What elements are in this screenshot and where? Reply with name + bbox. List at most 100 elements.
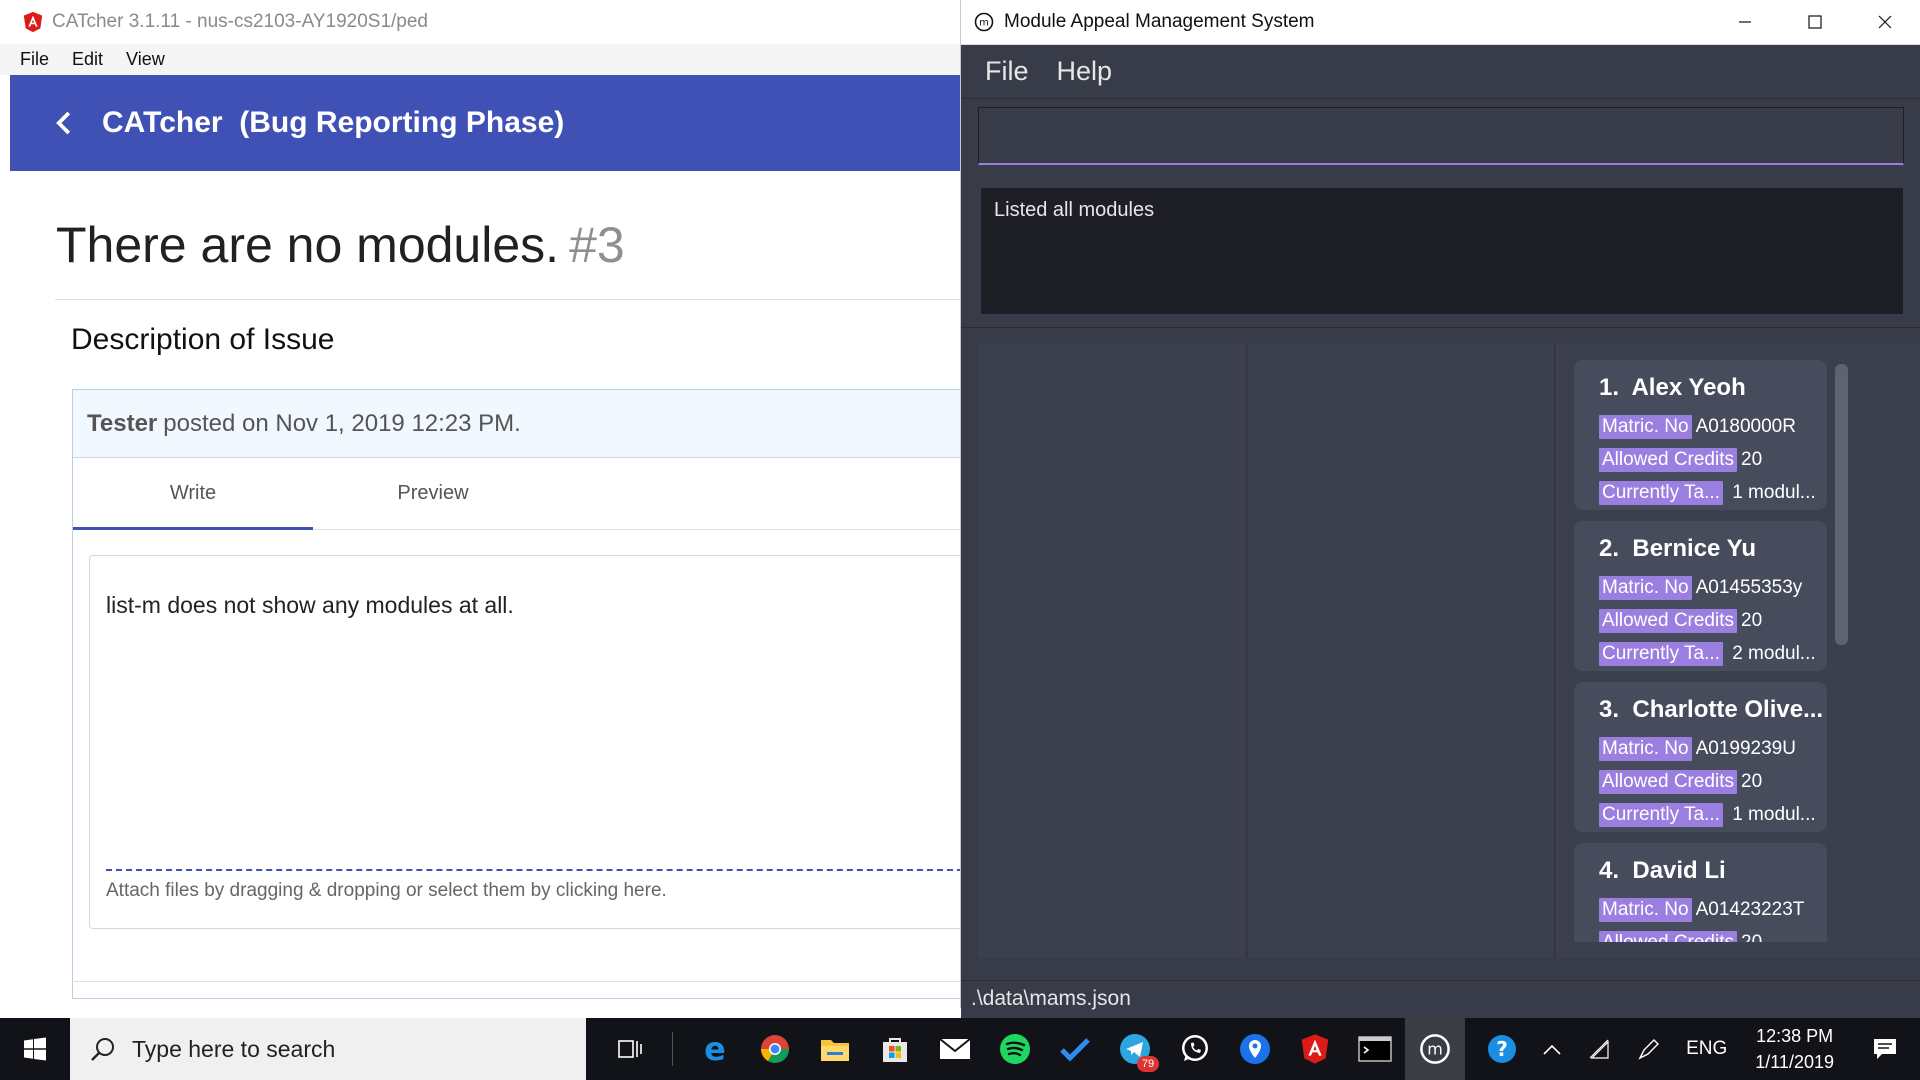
issue-title: There are no modules. #3 [56, 216, 625, 274]
mams-menu-help[interactable]: Help [1057, 56, 1113, 87]
task-view-icon[interactable] [600, 1018, 660, 1080]
credits-label: Allowed Credits [1599, 447, 1737, 472]
svg-text:m: m [979, 18, 989, 29]
clock[interactable]: 12:38 PM 1/11/2019 [1739, 1023, 1850, 1075]
catcher-titlebar: CATcher 3.1.11 - nus-cs2103-AY1920S1/ped [0, 0, 960, 44]
command-input[interactable] [978, 107, 1904, 165]
taskbar-divider [672, 1032, 673, 1066]
status-bar-path: .\data\mams.json [961, 980, 1920, 1018]
close-icon[interactable] [1850, 0, 1920, 45]
comment-box: Tester posted on Nov 1, 2019 12:23 PM. W… [72, 389, 960, 999]
tab-preview[interactable]: Preview [313, 458, 553, 529]
attach-dropzone-border [106, 869, 960, 871]
issue-page: There are no modules. #3 Description of I… [10, 171, 960, 1008]
editor-tabs: Write Preview [73, 458, 960, 530]
matric-value: A01455353y [1695, 576, 1803, 598]
catcher-app-icon[interactable] [1285, 1018, 1345, 1080]
svg-text:?: ? [1496, 1037, 1508, 1061]
panel-separator [961, 327, 1920, 328]
spotify-icon[interactable] [985, 1018, 1045, 1080]
telegram-icon[interactable]: 79 [1105, 1018, 1165, 1080]
comment-header: Tester posted on Nov 1, 2019 12:23 PM. [73, 390, 960, 458]
student-name: 4. David Li [1599, 857, 1726, 884]
terminal-icon[interactable] [1345, 1018, 1405, 1080]
taking-label: Currently Ta... [1599, 480, 1723, 505]
store-icon[interactable] [865, 1018, 925, 1080]
credits-label: Allowed Credits [1599, 608, 1737, 633]
system-tray: ? ENG 12:38 PM 1/11/2019 [1474, 1018, 1920, 1080]
editor-text[interactable]: list-m does not show any modules at all. [106, 592, 514, 619]
language-indicator[interactable]: ENG [1674, 1018, 1739, 1080]
minimize-icon[interactable] [1710, 0, 1780, 45]
student-list[interactable]: 1. Alex Yeoh Matric. No A0180000R Allowed… [1574, 360, 1827, 942]
angular-logo-icon [23, 11, 43, 33]
student-card[interactable]: 4. David Li Matric. No A01423223T Allowed… [1574, 843, 1827, 942]
credits-value: 20 [1741, 609, 1763, 631]
catcher-header: CATcher (Bug Reporting Phase) [10, 75, 960, 171]
tab-write[interactable]: Write [73, 458, 313, 530]
svg-text:e: e [704, 1033, 726, 1065]
menu-view[interactable]: View [126, 49, 165, 70]
list-scrollbar[interactable] [1835, 364, 1848, 645]
student-card[interactable]: 2. Bernice Yu Matric. No A01455353y Allow… [1574, 521, 1827, 671]
result-display: Listed all modules [981, 188, 1903, 314]
mail-icon[interactable] [925, 1018, 985, 1080]
credits-row: Allowed Credits 20 [1599, 604, 1827, 637]
menu-edit[interactable]: Edit [72, 49, 103, 70]
window-controls [1710, 0, 1920, 45]
file-explorer-icon[interactable] [805, 1018, 865, 1080]
empty-panel-middle [1248, 343, 1555, 958]
matric-value: A0199239U [1695, 737, 1796, 759]
mams-window-title: Module Appeal Management System [1004, 11, 1315, 32]
matric-label: Matric. No [1599, 575, 1692, 600]
mams-app-icon[interactable]: m [1405, 1018, 1465, 1080]
credits-value: 20 [1741, 931, 1763, 943]
telegram-badge: 79 [1137, 1056, 1159, 1072]
matric-row: Matric. No A0180000R [1599, 410, 1827, 443]
taking-row: Currently Ta... 1 modul... [1599, 798, 1827, 831]
matric-row: Matric. No A0199239U [1599, 732, 1827, 765]
mams-menu-file[interactable]: File [985, 56, 1029, 87]
mams-menubar: File Help [961, 45, 1920, 99]
search-icon [91, 1038, 114, 1061]
menu-file[interactable]: File [20, 49, 49, 70]
taskbar-search[interactable]: Type here to search [70, 1018, 586, 1080]
notifications-icon[interactable] [1850, 1018, 1920, 1080]
svg-text:m: m [1427, 1040, 1443, 1059]
attach-files-hint[interactable]: Attach files by dragging & dropping or s… [106, 880, 667, 902]
catcher-window-title: CATcher 3.1.11 - nus-cs2103-AY1920S1/ped [52, 11, 429, 32]
credits-row: Allowed Credits 20 [1599, 926, 1827, 942]
chrome-icon[interactable] [745, 1018, 805, 1080]
title-divider [55, 299, 960, 300]
maximize-icon[interactable] [1780, 0, 1850, 45]
issue-number: #3 [569, 217, 625, 273]
comment-author: Tester [87, 409, 158, 437]
credits-label: Allowed Credits [1599, 930, 1737, 942]
mams-logo-icon: m [974, 12, 994, 32]
taking-value: 1 modul... [1732, 803, 1816, 825]
wifi-icon[interactable] [1574, 1018, 1624, 1080]
mams-titlebar: m Module Appeal Management System [961, 0, 1920, 45]
chevron-up-icon[interactable] [1530, 1018, 1574, 1080]
catcher-window: CATcher 3.1.11 - nus-cs2103-AY1920S1/ped… [0, 0, 961, 1008]
matric-value: A01423223T [1695, 898, 1805, 920]
todo-icon[interactable] [1045, 1018, 1105, 1080]
student-name: 3. Charlotte Olive... [1599, 696, 1824, 723]
matric-value: A0180000R [1695, 415, 1796, 437]
back-arrow-icon[interactable] [50, 108, 80, 138]
student-card[interactable]: 3. Charlotte Olive... Matric. No A0199239… [1574, 682, 1827, 832]
taking-row: Currently Ta... 2 modul... [1599, 637, 1827, 670]
bottom-divider [72, 981, 960, 982]
maps-icon[interactable] [1225, 1018, 1285, 1080]
taking-label: Currently Ta... [1599, 802, 1723, 827]
taking-value: 1 modul... [1732, 481, 1816, 503]
start-button[interactable] [0, 1018, 70, 1080]
pen-icon[interactable] [1624, 1018, 1674, 1080]
description-editor[interactable]: list-m does not show any modules at all.… [89, 555, 960, 929]
student-card[interactable]: 1. Alex Yeoh Matric. No A0180000R Allowed… [1574, 360, 1827, 510]
whatsapp-icon[interactable] [1165, 1018, 1225, 1080]
clock-date: 1/11/2019 [1755, 1052, 1834, 1072]
help-icon[interactable]: ? [1474, 1018, 1530, 1080]
edge-icon[interactable]: e [685, 1018, 745, 1080]
empty-panel-left [978, 343, 1247, 958]
